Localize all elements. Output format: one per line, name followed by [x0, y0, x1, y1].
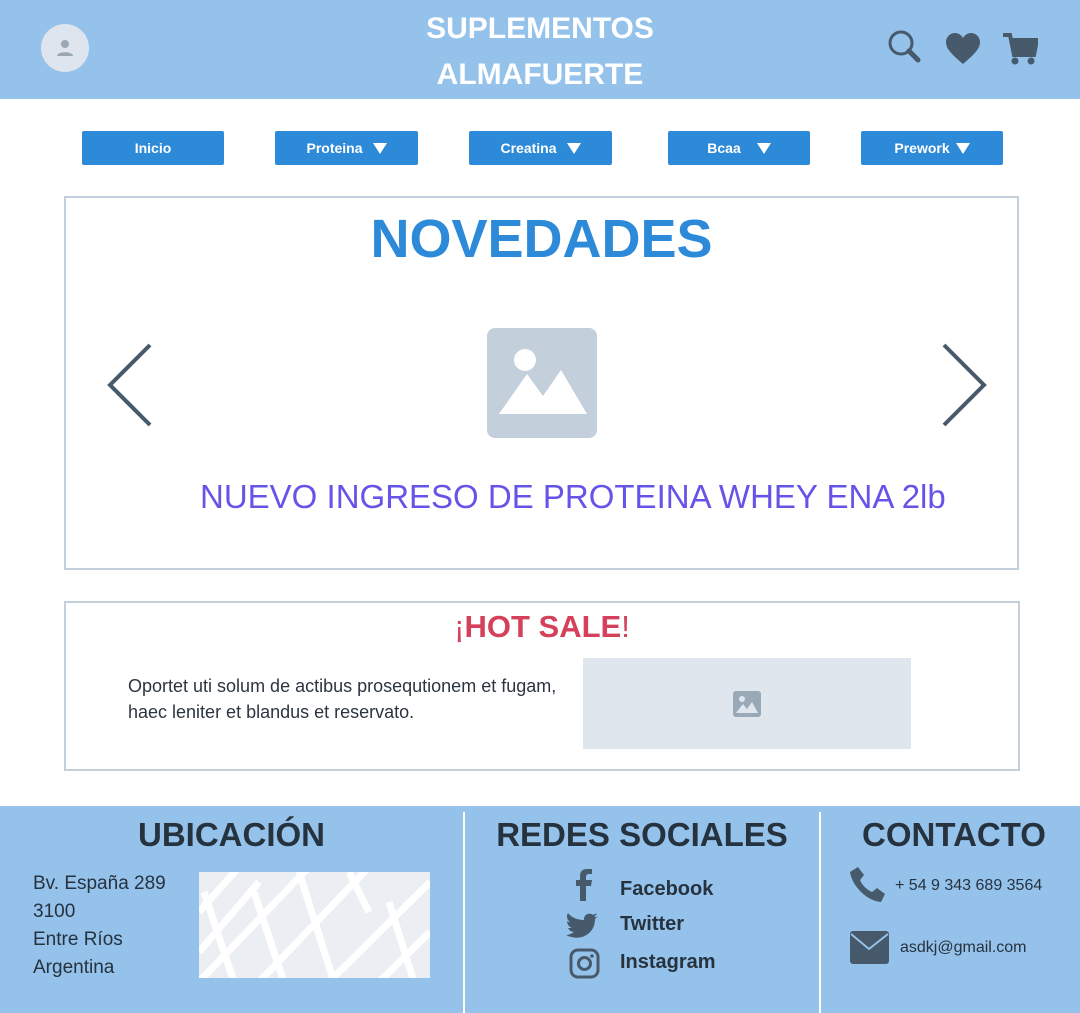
- image-placeholder-icon: [733, 690, 761, 717]
- phone-number[interactable]: + 54 9 343 689 3564: [895, 877, 1042, 895]
- email-icon: [850, 931, 889, 964]
- chevron-down-icon: [955, 142, 970, 154]
- novedades-caption[interactable]: NUEVO INGRESO DE PROTEINA WHEY ENA 2lb: [200, 478, 946, 516]
- nav-inicio[interactable]: Inicio: [82, 131, 224, 165]
- chevron-down-icon: [566, 142, 581, 154]
- hot-sale-title: ¡HOT SALE!: [454, 609, 630, 644]
- nav-proteina[interactable]: Proteina: [275, 131, 418, 165]
- novedades-carousel: NOVEDADES NUEVO INGRESO DE PROTEINA WHEY…: [64, 196, 1019, 570]
- chevron-down-icon: [756, 142, 771, 154]
- map-image: [199, 872, 430, 978]
- contacto-title: CONTACTO: [862, 816, 1046, 853]
- hot-sale-text: Oportet uti solum de actibus proseqution…: [128, 676, 557, 722]
- chevron-down-icon: [372, 142, 387, 154]
- novedades-title: NOVEDADES: [370, 209, 713, 269]
- heart-icon[interactable]: [946, 33, 980, 65]
- nav-creatina[interactable]: Creatina: [469, 131, 612, 165]
- ubicacion-title: UBICACIÓN: [138, 816, 325, 853]
- phone-icon: [850, 867, 885, 902]
- twitter-link[interactable]: Twitter: [620, 913, 684, 936]
- redes-title: REDES SOCIALES: [496, 816, 788, 853]
- footer: UBICACIÓN Bv. España 289 3100 Entre Ríos Ar…: [0, 806, 1080, 1013]
- chevron-right-icon[interactable]: [938, 343, 988, 427]
- search-icon[interactable]: [888, 30, 922, 64]
- facebook-icon[interactable]: [573, 869, 593, 901]
- image-placeholder-icon: [487, 328, 597, 438]
- email-address[interactable]: asdkj@gmail.com: [900, 939, 1027, 957]
- nav-bcaa[interactable]: Bcaa: [668, 131, 810, 165]
- instagram-link[interactable]: Instagram: [620, 951, 716, 974]
- facebook-link[interactable]: Facebook: [620, 878, 713, 901]
- map[interactable]: [199, 872, 430, 978]
- cart-icon[interactable]: [1002, 32, 1038, 66]
- hot-sale-section: ¡HOT SALE! Oportet uti solum de actibus …: [64, 601, 1020, 771]
- chevron-left-icon[interactable]: [106, 343, 156, 427]
- twitter-icon[interactable]: [566, 913, 598, 939]
- header: SUPLEMENTOS ALMAFUERTE: [0, 0, 1080, 99]
- hot-sale-image: [583, 658, 911, 749]
- instagram-icon[interactable]: [569, 948, 600, 979]
- address: Bv. España 289 3100 Entre Ríos Argentina: [33, 873, 166, 978]
- nav-prework[interactable]: Prework: [861, 131, 1003, 165]
